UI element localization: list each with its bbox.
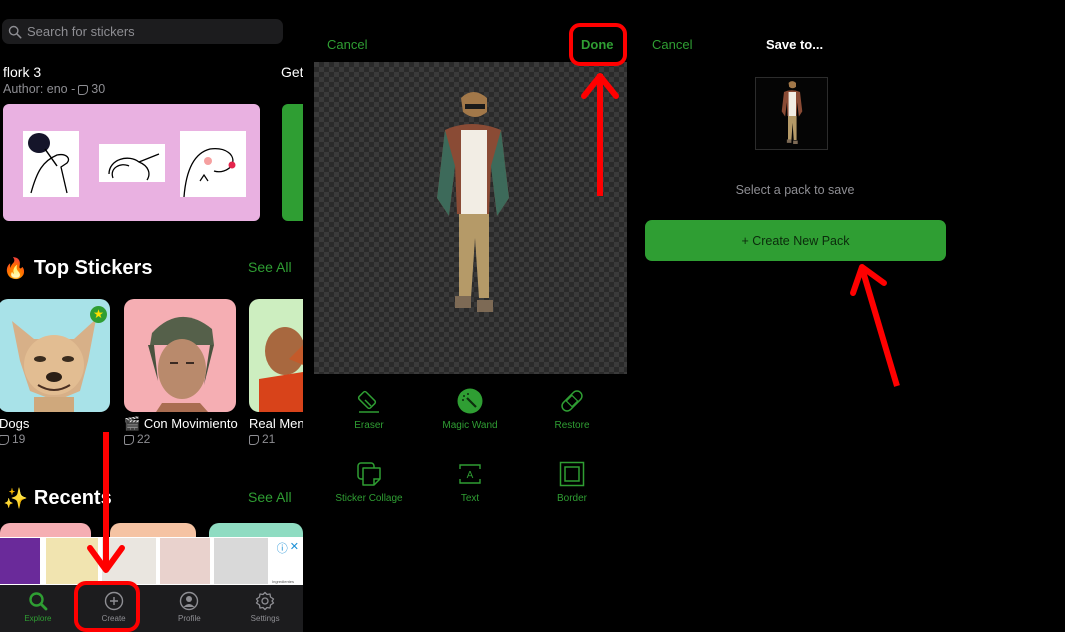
ad-banner[interactable]: ⓘ ✕ Ingredientes <box>0 537 303 585</box>
text-icon: A <box>459 464 481 484</box>
ad-controls[interactable]: ⓘ ✕ <box>277 540 299 556</box>
next-pack-card[interactable] <box>282 104 303 221</box>
tool-magic-wand[interactable]: Magic Wand <box>415 388 525 431</box>
done-button[interactable]: Done <box>581 37 614 52</box>
top-sticker-count: 22 <box>124 432 150 446</box>
search-bar[interactable] <box>2 19 283 44</box>
tab-profile[interactable]: Profile <box>152 585 228 632</box>
save-cancel-button[interactable]: Cancel <box>652 37 692 52</box>
ad-image <box>102 538 156 584</box>
sticker-count-icon <box>0 435 9 445</box>
sticker-preview-thumbnail <box>755 77 828 150</box>
ad-caption: Ingredientes <box>272 579 295 584</box>
search-icon <box>8 25 22 38</box>
ad-image <box>160 538 210 584</box>
cutout-person-image <box>437 92 509 312</box>
top-sticker-count: 21 <box>249 432 275 446</box>
sticker-count-icon <box>249 435 259 445</box>
tool-label: Eraser <box>354 420 384 431</box>
save-to-screen: Cancel Save to... Select a pack to save … <box>635 0 1065 632</box>
pack-meta: Author: eno - 30 <box>3 82 105 96</box>
editor-cancel-button[interactable]: Cancel <box>327 37 367 52</box>
search-input[interactable] <box>27 24 277 39</box>
top-stickers-heading: 🔥 Top Stickers <box>3 256 152 281</box>
bandage-icon <box>561 390 583 412</box>
sticker-canvas[interactable] <box>314 62 627 374</box>
top-sticker-name: Dogs <box>0 416 30 431</box>
tab-label: Explore <box>24 614 52 623</box>
top-sticker-card-real-men[interactable] <box>249 299 303 412</box>
editor-screen: Cancel Done Eraser Magic Wand Restore St… <box>303 0 635 632</box>
top-sticker-count: 19 <box>0 432 25 446</box>
tab-create[interactable]: Create <box>76 585 152 632</box>
tab-settings[interactable]: Settings <box>227 585 303 632</box>
cutout-person-image <box>781 81 803 144</box>
border-icon <box>559 461 585 487</box>
featured-star-badge: ★ <box>90 306 107 323</box>
tab-label: Profile <box>178 614 201 623</box>
gear-icon <box>255 591 275 611</box>
tool-text[interactable]: A Text <box>415 461 525 504</box>
person-icon <box>180 591 199 611</box>
ad-image <box>214 538 268 584</box>
sparkles-icon: ✨ <box>3 488 28 510</box>
create-new-pack-button[interactable]: + Create New Pack <box>645 220 946 261</box>
fire-icon: 🔥 <box>3 258 28 280</box>
recents-title: Recents <box>33 487 112 509</box>
tool-eraser[interactable]: Eraser <box>314 388 424 431</box>
collage-icon <box>357 462 381 486</box>
pack-sticker-2 <box>99 144 165 182</box>
top-stickers-title: Top Stickers <box>33 257 153 279</box>
pack-title: flork 3 <box>3 64 42 80</box>
tool-border[interactable]: Border <box>517 461 627 504</box>
tab-label: Create <box>101 614 126 623</box>
close-icon[interactable]: ✕ <box>290 540 299 556</box>
tool-label: Restore <box>554 420 590 431</box>
tool-label: Text <box>460 493 480 504</box>
eraser-icon <box>357 390 379 413</box>
pack-sticker-3 <box>180 131 246 198</box>
save-title: Save to... <box>766 37 824 52</box>
pack-sticker-1 <box>23 131 79 197</box>
select-pack-prompt: Select a pack to save <box>735 183 855 197</box>
top-sticker-name: Real Men <box>249 416 303 431</box>
recents-see-all[interactable]: See All <box>248 489 292 505</box>
ad-image <box>46 538 98 584</box>
tool-sticker-collage[interactable]: Sticker Collage <box>314 461 424 504</box>
recents-heading: ✨ Recents <box>3 486 112 511</box>
real-men-image <box>259 327 303 412</box>
featured-pack-card[interactable] <box>3 104 260 221</box>
info-icon[interactable]: ⓘ <box>277 540 288 556</box>
tool-label: Border <box>556 493 587 504</box>
tab-bar: Explore Create Profile Settings <box>0 585 303 632</box>
tool-label: Sticker Collage <box>335 493 403 504</box>
sticker-count-icon <box>78 85 89 95</box>
top-sticker-card-con-movimiento[interactable] <box>124 299 236 412</box>
pack-author: Author: eno - <box>3 82 76 96</box>
chavo-image <box>148 316 214 412</box>
tab-label: Settings <box>250 614 280 623</box>
svg-text:A: A <box>467 470 474 481</box>
search-icon <box>29 592 48 611</box>
tool-label: Magic Wand <box>442 420 498 431</box>
tool-restore[interactable]: Restore <box>517 388 627 431</box>
clapper-icon: 🎬 <box>124 416 141 431</box>
top-sticker-name: 🎬 Con Movimiento <box>124 416 238 431</box>
sticker-count-icon <box>124 435 134 445</box>
tab-explore[interactable]: Explore <box>0 585 76 632</box>
ad-image <box>0 538 40 584</box>
get-pack-label[interactable]: Get <box>281 64 303 80</box>
magic-wand-icon <box>457 388 483 414</box>
explore-screen: flork 3 Author: eno - 30 Get 🔥 Top Stick… <box>0 0 303 632</box>
plus-circle-icon <box>104 591 123 611</box>
top-stickers-see-all[interactable]: See All <box>248 259 292 275</box>
pack-sticker-count: 30 <box>91 82 106 96</box>
